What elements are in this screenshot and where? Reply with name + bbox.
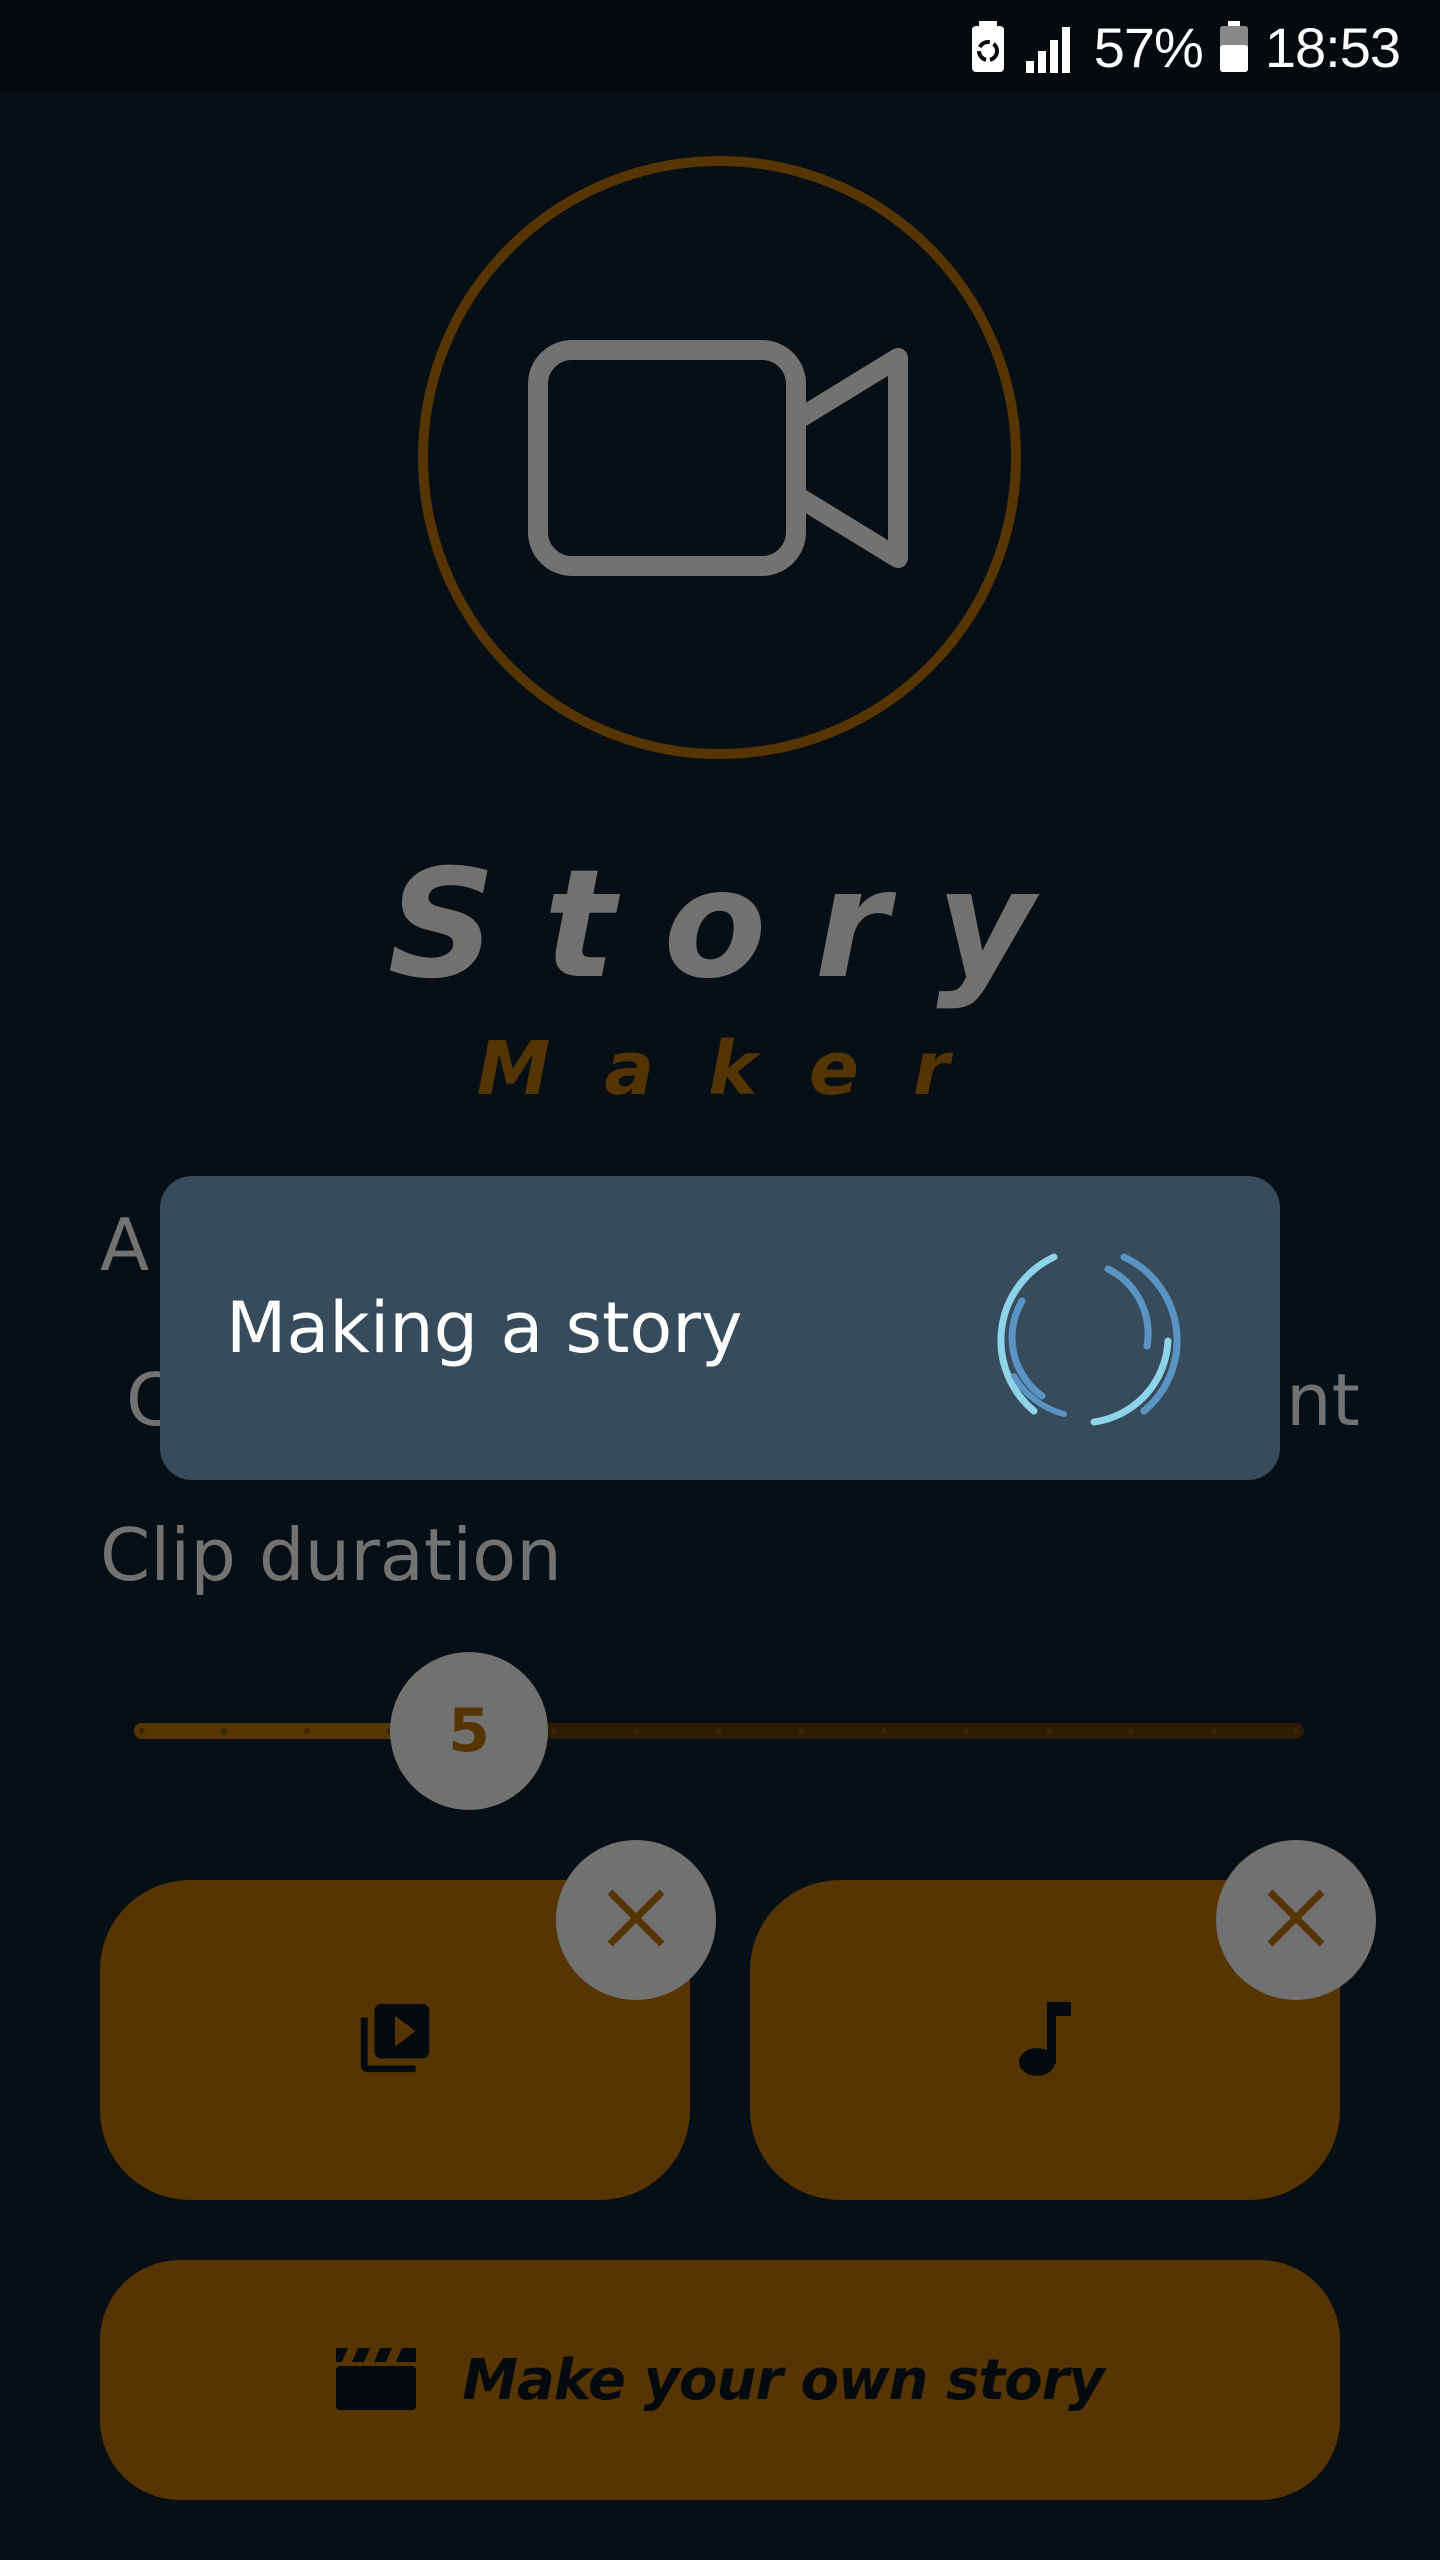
slider-step-dot <box>551 1728 558 1734</box>
dialog-message: Making a story <box>226 1287 743 1369</box>
signal-icon <box>1022 21 1078 73</box>
slider-thumb[interactable]: 5 <box>390 1652 548 1810</box>
loading-spinner-icon <box>984 1226 1194 1441</box>
battery-icon <box>1219 21 1249 73</box>
slider-step-dot <box>798 1728 805 1734</box>
slider-step-dot <box>1045 1728 1052 1734</box>
clear-video-button[interactable] <box>556 1840 716 2000</box>
app-subtitle: Maker <box>476 1026 1004 1112</box>
make-story-label: Make your own story <box>462 2347 1104 2413</box>
status-icons: 57% 18:53 <box>970 0 1401 94</box>
slider-step-dot <box>1210 1728 1217 1734</box>
slider-step-dot <box>303 1728 310 1734</box>
close-icon <box>1266 1888 1326 1953</box>
battery-saver-icon <box>970 21 1006 73</box>
slider-step-dot <box>633 1728 640 1734</box>
clapperboard-icon <box>336 2346 417 2415</box>
slider-step-dot <box>963 1728 970 1734</box>
slider-step-dot <box>139 1728 145 1734</box>
clock: 18:53 <box>1264 15 1401 79</box>
close-icon <box>606 1888 666 1953</box>
slider-step-dot <box>1128 1728 1135 1734</box>
video-camera-icon <box>528 340 912 581</box>
slider-step-dot <box>716 1728 722 1734</box>
app-title: Story <box>387 838 1083 1012</box>
obscured-option-label-end: nt <box>1286 1358 1360 1442</box>
status-bar: 57% 18:53 <box>0 0 1440 94</box>
music-note-icon <box>1015 1998 1075 2083</box>
make-story-button[interactable]: Make your own story <box>100 2260 1340 2500</box>
obscured-label: A <box>100 1203 150 1287</box>
clear-music-button[interactable] <box>1216 1840 1376 2000</box>
slider-step-dot <box>1293 1728 1299 1734</box>
slider-step-dot <box>880 1728 887 1734</box>
loading-dialog: Making a story <box>160 1176 1280 1480</box>
battery-percent: 57% <box>1093 15 1204 79</box>
video-library-icon <box>354 1997 436 2084</box>
clip-duration-slider[interactable] <box>134 1723 1304 1739</box>
clip-duration-label: Clip duration <box>100 1513 562 1597</box>
